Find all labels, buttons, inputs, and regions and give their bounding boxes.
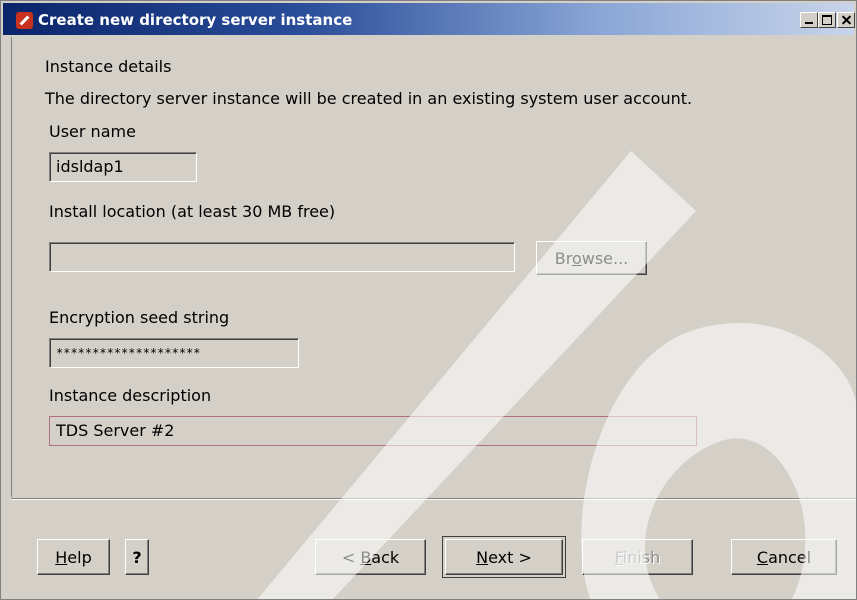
pencil-icon xyxy=(16,12,33,29)
left-border-rule xyxy=(11,37,12,497)
back-button-label: < Back xyxy=(341,547,400,567)
back-button[interactable]: < Back xyxy=(315,539,426,575)
cancel-button[interactable]: Cancel xyxy=(731,539,837,575)
instance-description-field[interactable]: TDS Server #2 xyxy=(49,416,697,446)
encryption-seed-field[interactable]: ******************** xyxy=(49,338,299,368)
window-title: Create new directory server instance xyxy=(38,11,353,29)
question-button[interactable]: ? xyxy=(125,539,149,575)
help-button[interactable]: Help xyxy=(37,539,110,575)
minimize-icon[interactable] xyxy=(800,12,818,28)
install-location-label: Install location (at least 30 MB free) xyxy=(49,202,336,221)
browse-button[interactable]: Browse... xyxy=(536,241,647,275)
question-button-label: ? xyxy=(132,547,142,567)
finish-button-label: Finish xyxy=(614,547,661,567)
next-button-label: Next > xyxy=(476,547,532,567)
instance-description-label: Instance description xyxy=(49,386,212,405)
next-button[interactable]: Next > xyxy=(442,536,566,578)
close-icon[interactable] xyxy=(837,12,855,28)
button-bar-divider xyxy=(11,498,856,500)
section-description: The directory server instance will be cr… xyxy=(45,89,693,108)
cancel-button-label: Cancel xyxy=(756,547,812,567)
finish-button[interactable]: Finish xyxy=(582,539,693,575)
section-heading: Instance details xyxy=(45,57,172,76)
title-bar[interactable]: Create new directory server instance xyxy=(3,3,855,35)
install-location-field[interactable] xyxy=(49,242,515,272)
maximize-icon[interactable] xyxy=(818,12,836,28)
help-button-label: Help xyxy=(55,547,92,567)
user-name-field[interactable]: idsldap1 xyxy=(49,152,197,182)
user-name-label: User name xyxy=(49,122,136,141)
encryption-seed-label: Encryption seed string xyxy=(49,308,230,327)
dialog-window: Create new directory server instance Ins… xyxy=(0,0,857,600)
browse-button-label: Browse... xyxy=(554,248,629,268)
